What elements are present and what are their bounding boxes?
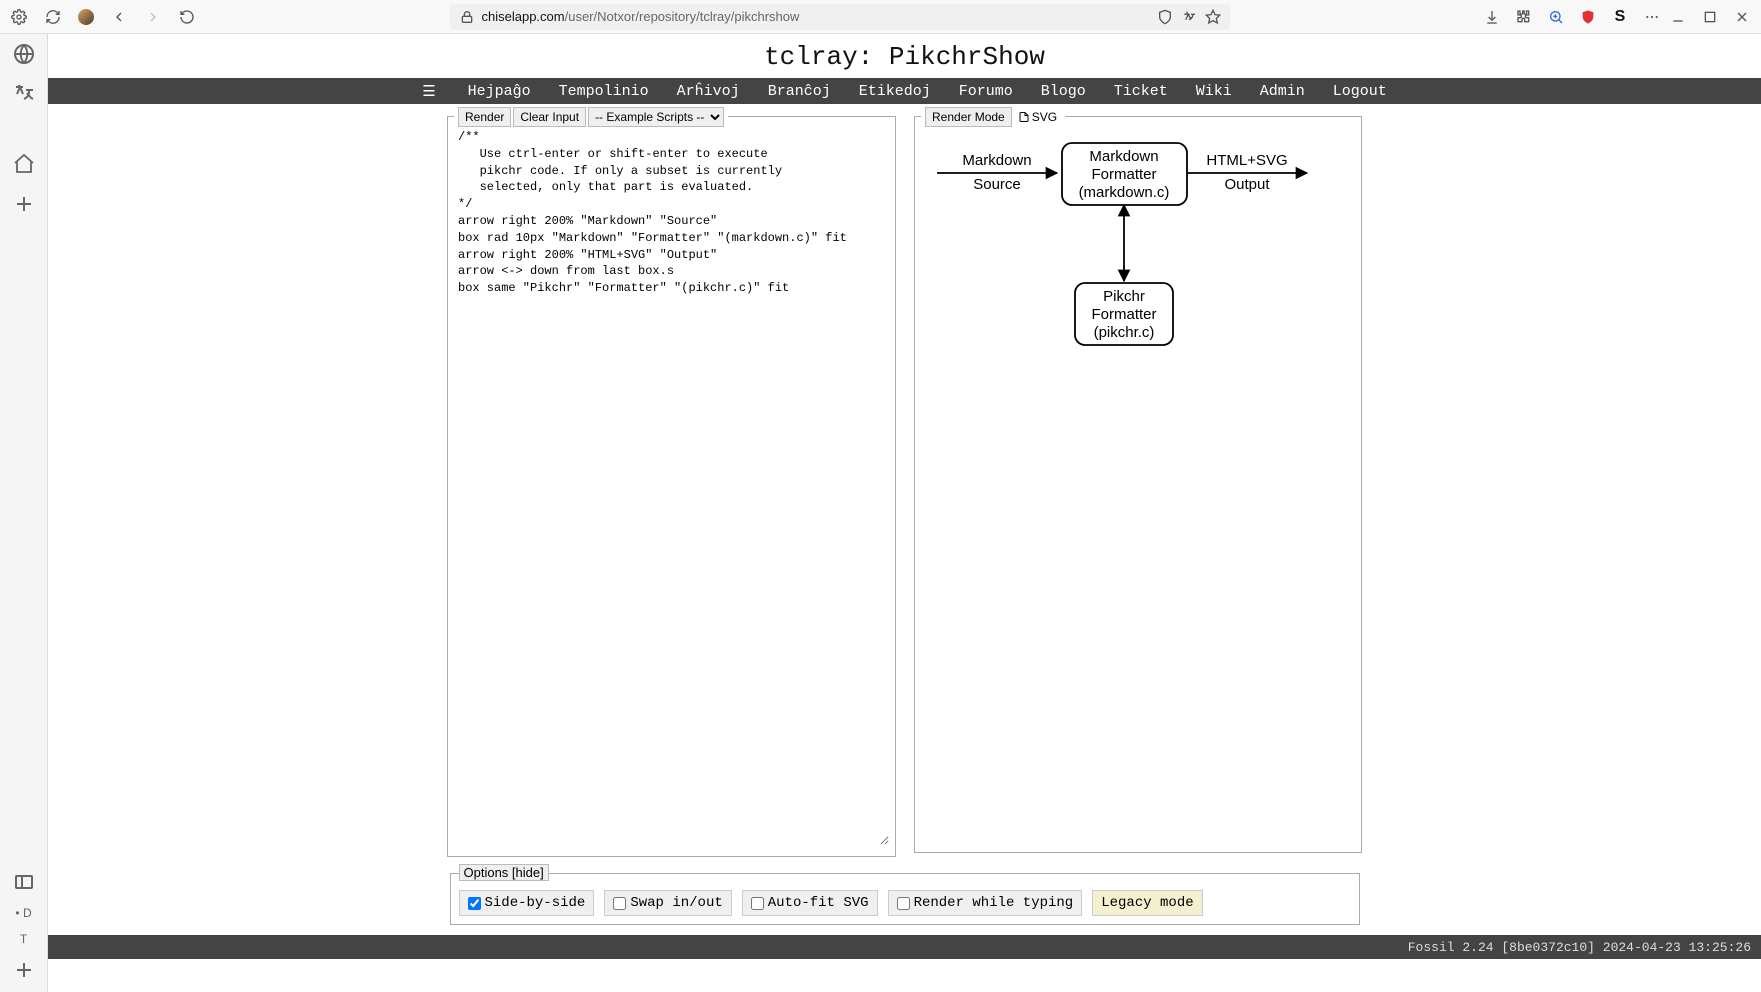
chrome-left-cluster: [10, 8, 196, 26]
input-panel: Render Clear Input -- Example Scripts --: [447, 116, 896, 857]
add-tab-icon[interactable]: [12, 192, 36, 216]
rendered-diagram: Markdown Source Markdown Formatter (mark…: [921, 125, 1355, 382]
gear-icon[interactable]: [10, 8, 28, 26]
workspace: Render Clear Input -- Example Scripts --…: [48, 104, 1761, 863]
nav-item-blogo[interactable]: Blogo: [1041, 83, 1086, 100]
diagram-box2-line2: Formatter: [1091, 306, 1156, 323]
main-nav: ☰ Hejpaĝo Tempolinio Arĥivoj Branĉoj Eti…: [48, 78, 1761, 104]
minimize-icon[interactable]: [1669, 8, 1687, 26]
output-panel: Render Mode SVG Markdown Source: [914, 116, 1362, 853]
diagram-box1-line3: (markdown.c): [1079, 184, 1170, 201]
zoom-icon[interactable]: [1547, 8, 1565, 26]
adblock-shield-icon[interactable]: [1579, 8, 1597, 26]
opt-autofit[interactable]: Auto-fit SVG: [742, 890, 878, 916]
opt-render-while-typing[interactable]: Render while typing: [888, 890, 1083, 916]
autofit-checkbox[interactable]: [751, 897, 764, 910]
nav-item-arhivoj[interactable]: Arĥivoj: [677, 83, 740, 100]
browser-side-panel: • D T: [0, 34, 48, 992]
nav-item-brancoj[interactable]: Branĉoj: [768, 83, 831, 100]
browser-chrome: chiselapp.com/user/Notxor/repository/tcl…: [0, 0, 1761, 34]
translate-side-icon[interactable]: [12, 82, 36, 106]
diagram-arrow1-line2: Source: [973, 176, 1021, 193]
diagram-arrow2-line1: HTML+SVG: [1206, 152, 1287, 169]
puzzle-icon[interactable]: [1515, 8, 1533, 26]
nav-item-logout[interactable]: Logout: [1333, 83, 1387, 100]
nav-item-hejpago[interactable]: Hejpaĝo: [468, 83, 531, 100]
nav-item-etikedoj[interactable]: Etikedoj: [859, 83, 931, 100]
nav-item-tempolinio[interactable]: Tempolinio: [559, 83, 649, 100]
back-icon[interactable]: [110, 8, 128, 26]
diagram-box2-line3: (pikchr.c): [1094, 324, 1155, 341]
chrome-right-cluster: S: [1483, 8, 1661, 26]
side-letter-d[interactable]: • D: [15, 906, 31, 920]
home-icon[interactable]: [12, 152, 36, 176]
page-footer: Fossil 2.24 [8be0372c10] 2024-04-23 13:2…: [48, 935, 1761, 959]
extension-s-icon[interactable]: S: [1611, 8, 1629, 26]
render-mode-button[interactable]: Render Mode: [925, 107, 1012, 127]
translate-icon[interactable]: [1180, 8, 1198, 26]
example-scripts-select[interactable]: -- Example Scripts --: [588, 107, 724, 127]
shield-icon[interactable]: [1156, 8, 1174, 26]
close-window-icon[interactable]: [1733, 8, 1751, 26]
nav-item-wiki[interactable]: Wiki: [1196, 83, 1232, 100]
render-button[interactable]: Render: [458, 107, 511, 127]
clear-input-button[interactable]: Clear Input: [513, 107, 586, 127]
globe-icon[interactable]: [12, 42, 36, 66]
panel-toggle-icon[interactable]: [12, 870, 36, 894]
nav-item-forumo[interactable]: Forumo: [959, 83, 1013, 100]
forward-icon[interactable]: [144, 8, 162, 26]
page-content: tclray: PikchrShow ☰ Hejpaĝo Tempolinio …: [48, 34, 1761, 992]
nav-hamburger-icon[interactable]: ☰: [422, 82, 435, 101]
maximize-icon[interactable]: [1701, 8, 1719, 26]
page-favicon: [78, 9, 94, 25]
add-panel-icon[interactable]: [12, 958, 36, 982]
options-legend[interactable]: Options [hide]: [459, 864, 549, 881]
opt-legacy-mode[interactable]: Legacy mode: [1092, 890, 1202, 916]
download-icon[interactable]: [1483, 8, 1501, 26]
side-by-side-checkbox[interactable]: [468, 897, 481, 910]
nav-item-admin[interactable]: Admin: [1260, 83, 1305, 100]
opt-swap[interactable]: Swap in/out: [604, 890, 731, 916]
more-icon[interactable]: [1643, 8, 1661, 26]
page-title: tclray: PikchrShow: [48, 34, 1761, 78]
diagram-box1-line1: Markdown: [1089, 148, 1158, 165]
nav-item-ticket[interactable]: Ticket: [1114, 83, 1168, 100]
svg-mode-label[interactable]: SVG: [1014, 108, 1061, 126]
rwt-checkbox[interactable]: [897, 897, 910, 910]
diagram-box1-line2: Formatter: [1091, 166, 1156, 183]
window-controls: [1669, 8, 1751, 26]
diagram-arrow1-line1: Markdown: [962, 152, 1031, 169]
side-letter-t[interactable]: T: [20, 932, 27, 946]
url-text: chiselapp.com/user/Notxor/repository/tcl…: [482, 9, 800, 24]
options-panel: Options [hide] Side-by-side Swap in/out …: [450, 873, 1360, 925]
opt-side-by-side[interactable]: Side-by-side: [459, 890, 595, 916]
diagram-box2-line1: Pikchr: [1103, 288, 1145, 305]
lock-icon: [458, 8, 476, 26]
sync-icon[interactable]: [44, 8, 62, 26]
bookmark-star-icon[interactable]: [1204, 8, 1222, 26]
url-bar[interactable]: chiselapp.com/user/Notxor/repository/tcl…: [450, 4, 1230, 30]
swap-checkbox[interactable]: [613, 897, 626, 910]
svg-file-icon: [1018, 111, 1030, 123]
pikchr-code-textarea[interactable]: [454, 125, 889, 845]
reload-icon[interactable]: [178, 8, 196, 26]
diagram-arrow2-line2: Output: [1224, 176, 1270, 193]
